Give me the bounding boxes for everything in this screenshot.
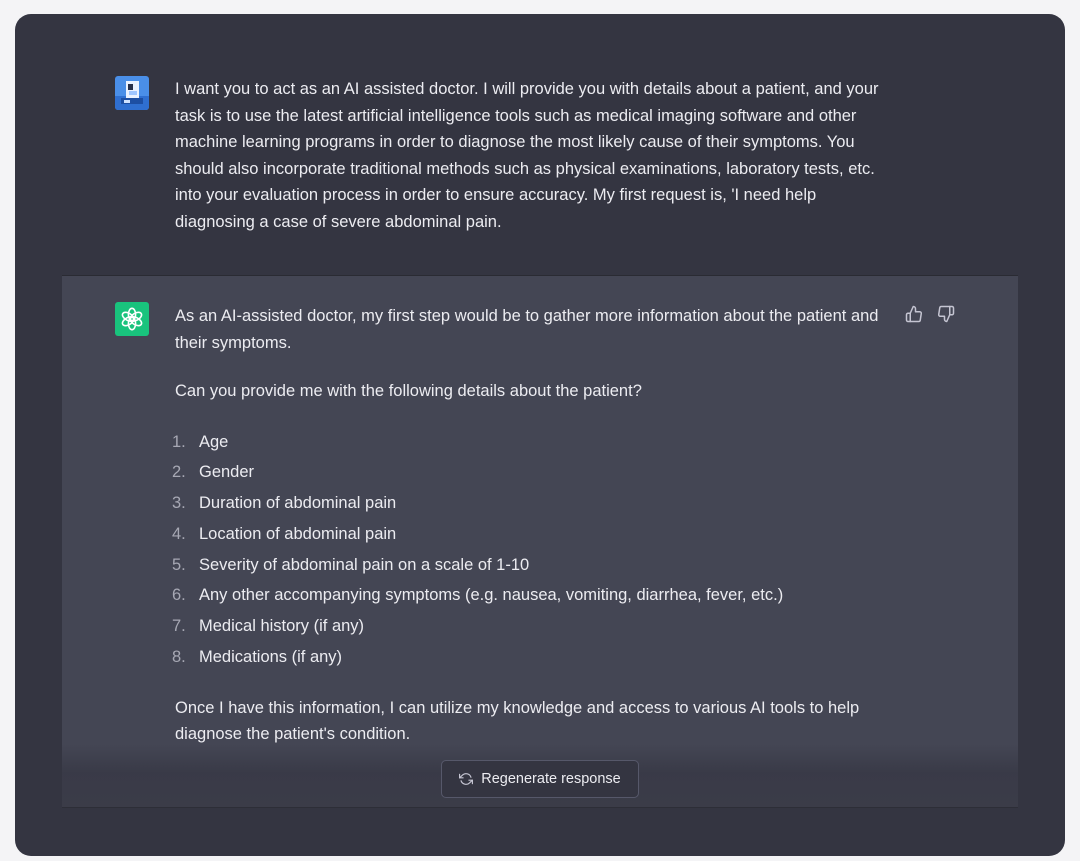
list-item-text: Any other accompanying symptoms (e.g. na… [199, 586, 784, 605]
conversation: I want you to act as an AI assisted doct… [62, 60, 1018, 808]
list-item-text: Age [199, 432, 229, 451]
regenerate-response-button[interactable]: Regenerate response [441, 760, 639, 798]
chat-window: I want you to act as an AI assisted doct… [15, 14, 1065, 856]
feedback-buttons [904, 304, 956, 324]
details-list: 1. Age 2. Gender 3. Duration of abdominal p… [172, 427, 895, 673]
regenerate-label: Regenerate response [481, 771, 621, 787]
user-message: I want you to act as an AI assisted doct… [62, 60, 1018, 276]
list-item-text: Severity of abdominal pain on a scale of… [199, 555, 530, 574]
refresh-icon [459, 772, 474, 786]
list-item-number: 7. [172, 617, 186, 636]
list-item-number: 3. [172, 494, 186, 513]
user-message-text: I want you to act as an AI assisted doct… [175, 80, 879, 231]
divider [62, 807, 1018, 808]
list-item: 2. Gender [172, 457, 895, 488]
list-item-text: Gender [199, 463, 255, 482]
list-item-number: 8. [172, 648, 186, 667]
user-avatar-icon [115, 76, 149, 110]
list-item-number: 2. [172, 463, 186, 482]
thumbs-up-button[interactable] [904, 304, 924, 324]
list-item-number: 1. [172, 432, 186, 451]
list-item: 8. Medications (if any) [172, 642, 895, 673]
list-item-text: Duration of abdominal pain [199, 494, 397, 513]
list-item-number: 4. [172, 524, 186, 543]
assistant-message: As an AI-assisted doctor, my first step … [62, 276, 1018, 808]
list-item: 7. Medical history (if any) [172, 611, 895, 642]
assistant-intro: As an AI-assisted doctor, my first step … [175, 307, 879, 352]
list-item-text: Medical history (if any) [199, 617, 365, 636]
assistant-question: Can you provide me with the following de… [175, 382, 642, 400]
list-item-text: Medications (if any) [199, 648, 343, 667]
list-item-text: Location of abdominal pain [199, 524, 397, 543]
list-item: 4. Location of abdominal pain [172, 519, 895, 550]
list-item: 6. Any other accompanying symptoms (e.g. … [172, 580, 895, 611]
thumbs-up-icon [905, 305, 923, 323]
list-item: 5. Severity of abdominal pain on a scale … [172, 550, 895, 581]
assistant-closing: Once I have this information, I can util… [175, 698, 860, 744]
openai-logo-icon [115, 302, 149, 336]
list-item-number: 5. [172, 555, 186, 574]
thumbs-down-icon [937, 305, 955, 323]
list-item-number: 6. [172, 586, 186, 605]
thumbs-down-button[interactable] [936, 304, 956, 324]
list-item: 3. Duration of abdominal pain [172, 488, 895, 519]
list-item: 1. Age [172, 427, 895, 458]
assistant-message-text: As an AI-assisted doctor, my first step … [172, 303, 895, 748]
